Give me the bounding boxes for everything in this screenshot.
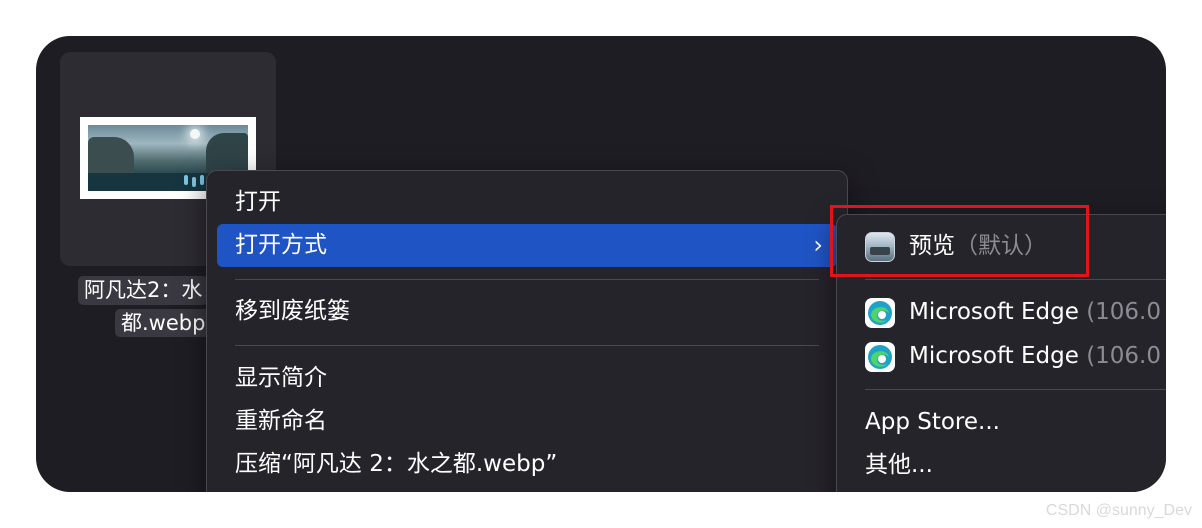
menu-item-label: 显示简介 — [235, 365, 327, 391]
app-version: (106.0 — [1086, 299, 1162, 325]
annotation-highlight-box — [830, 205, 1089, 277]
menu-item-open[interactable]: 打开 — [217, 181, 837, 224]
chevron-right-icon: › — [813, 231, 823, 259]
menu-item-rename[interactable]: 重新命名 — [217, 400, 837, 443]
menu-divider — [235, 345, 819, 346]
submenu-divider — [865, 389, 1166, 390]
submenu-item-edge-2[interactable]: Microsoft Edge (106.0 — [837, 335, 1166, 378]
menu-divider — [235, 279, 819, 280]
submenu-item-app-store[interactable]: App Store... — [837, 401, 1166, 444]
submenu-item-other[interactable]: 其他... — [837, 444, 1166, 487]
menu-item-label: 压缩“阿凡达 2：水之都.webp” — [235, 451, 558, 477]
menu-item-get-info[interactable]: 显示简介 — [217, 357, 837, 400]
app-version: (106.0 — [1086, 343, 1162, 369]
menu-item-compress[interactable]: 压缩“阿凡达 2：水之都.webp” — [217, 443, 837, 486]
file-name-label[interactable]: 阿凡达2：水 — [78, 276, 209, 305]
edge-app-icon — [865, 342, 895, 372]
app-name: Microsoft Edge — [909, 343, 1079, 369]
file-name-label-line2[interactable]: 都.webp — [115, 309, 212, 337]
menu-item-label: 重新命名 — [235, 408, 327, 434]
app-name: App Store... — [865, 409, 1000, 435]
menu-item-label: 打开方式 — [235, 232, 327, 258]
app-name: Microsoft Edge — [909, 299, 1079, 325]
app-name: 其他... — [865, 452, 933, 478]
edge-app-icon — [865, 298, 895, 328]
menu-item-label: 打开 — [235, 189, 281, 215]
watermark: CSDN @sunny_Dev — [1045, 502, 1192, 519]
submenu-item-edge-1[interactable]: Microsoft Edge (106.0 — [837, 291, 1166, 334]
submenu-divider — [865, 279, 1166, 280]
context-menu: 打开 打开方式 › 移到废纸篓 显示简介 重新命名 压缩“阿凡达 2：水之都.w… — [206, 170, 848, 492]
menu-item-label: 移到废纸篓 — [235, 298, 350, 324]
menu-item-move-to-trash[interactable]: 移到废纸篓 — [217, 290, 837, 333]
menu-item-open-with[interactable]: 打开方式 › — [217, 224, 837, 267]
